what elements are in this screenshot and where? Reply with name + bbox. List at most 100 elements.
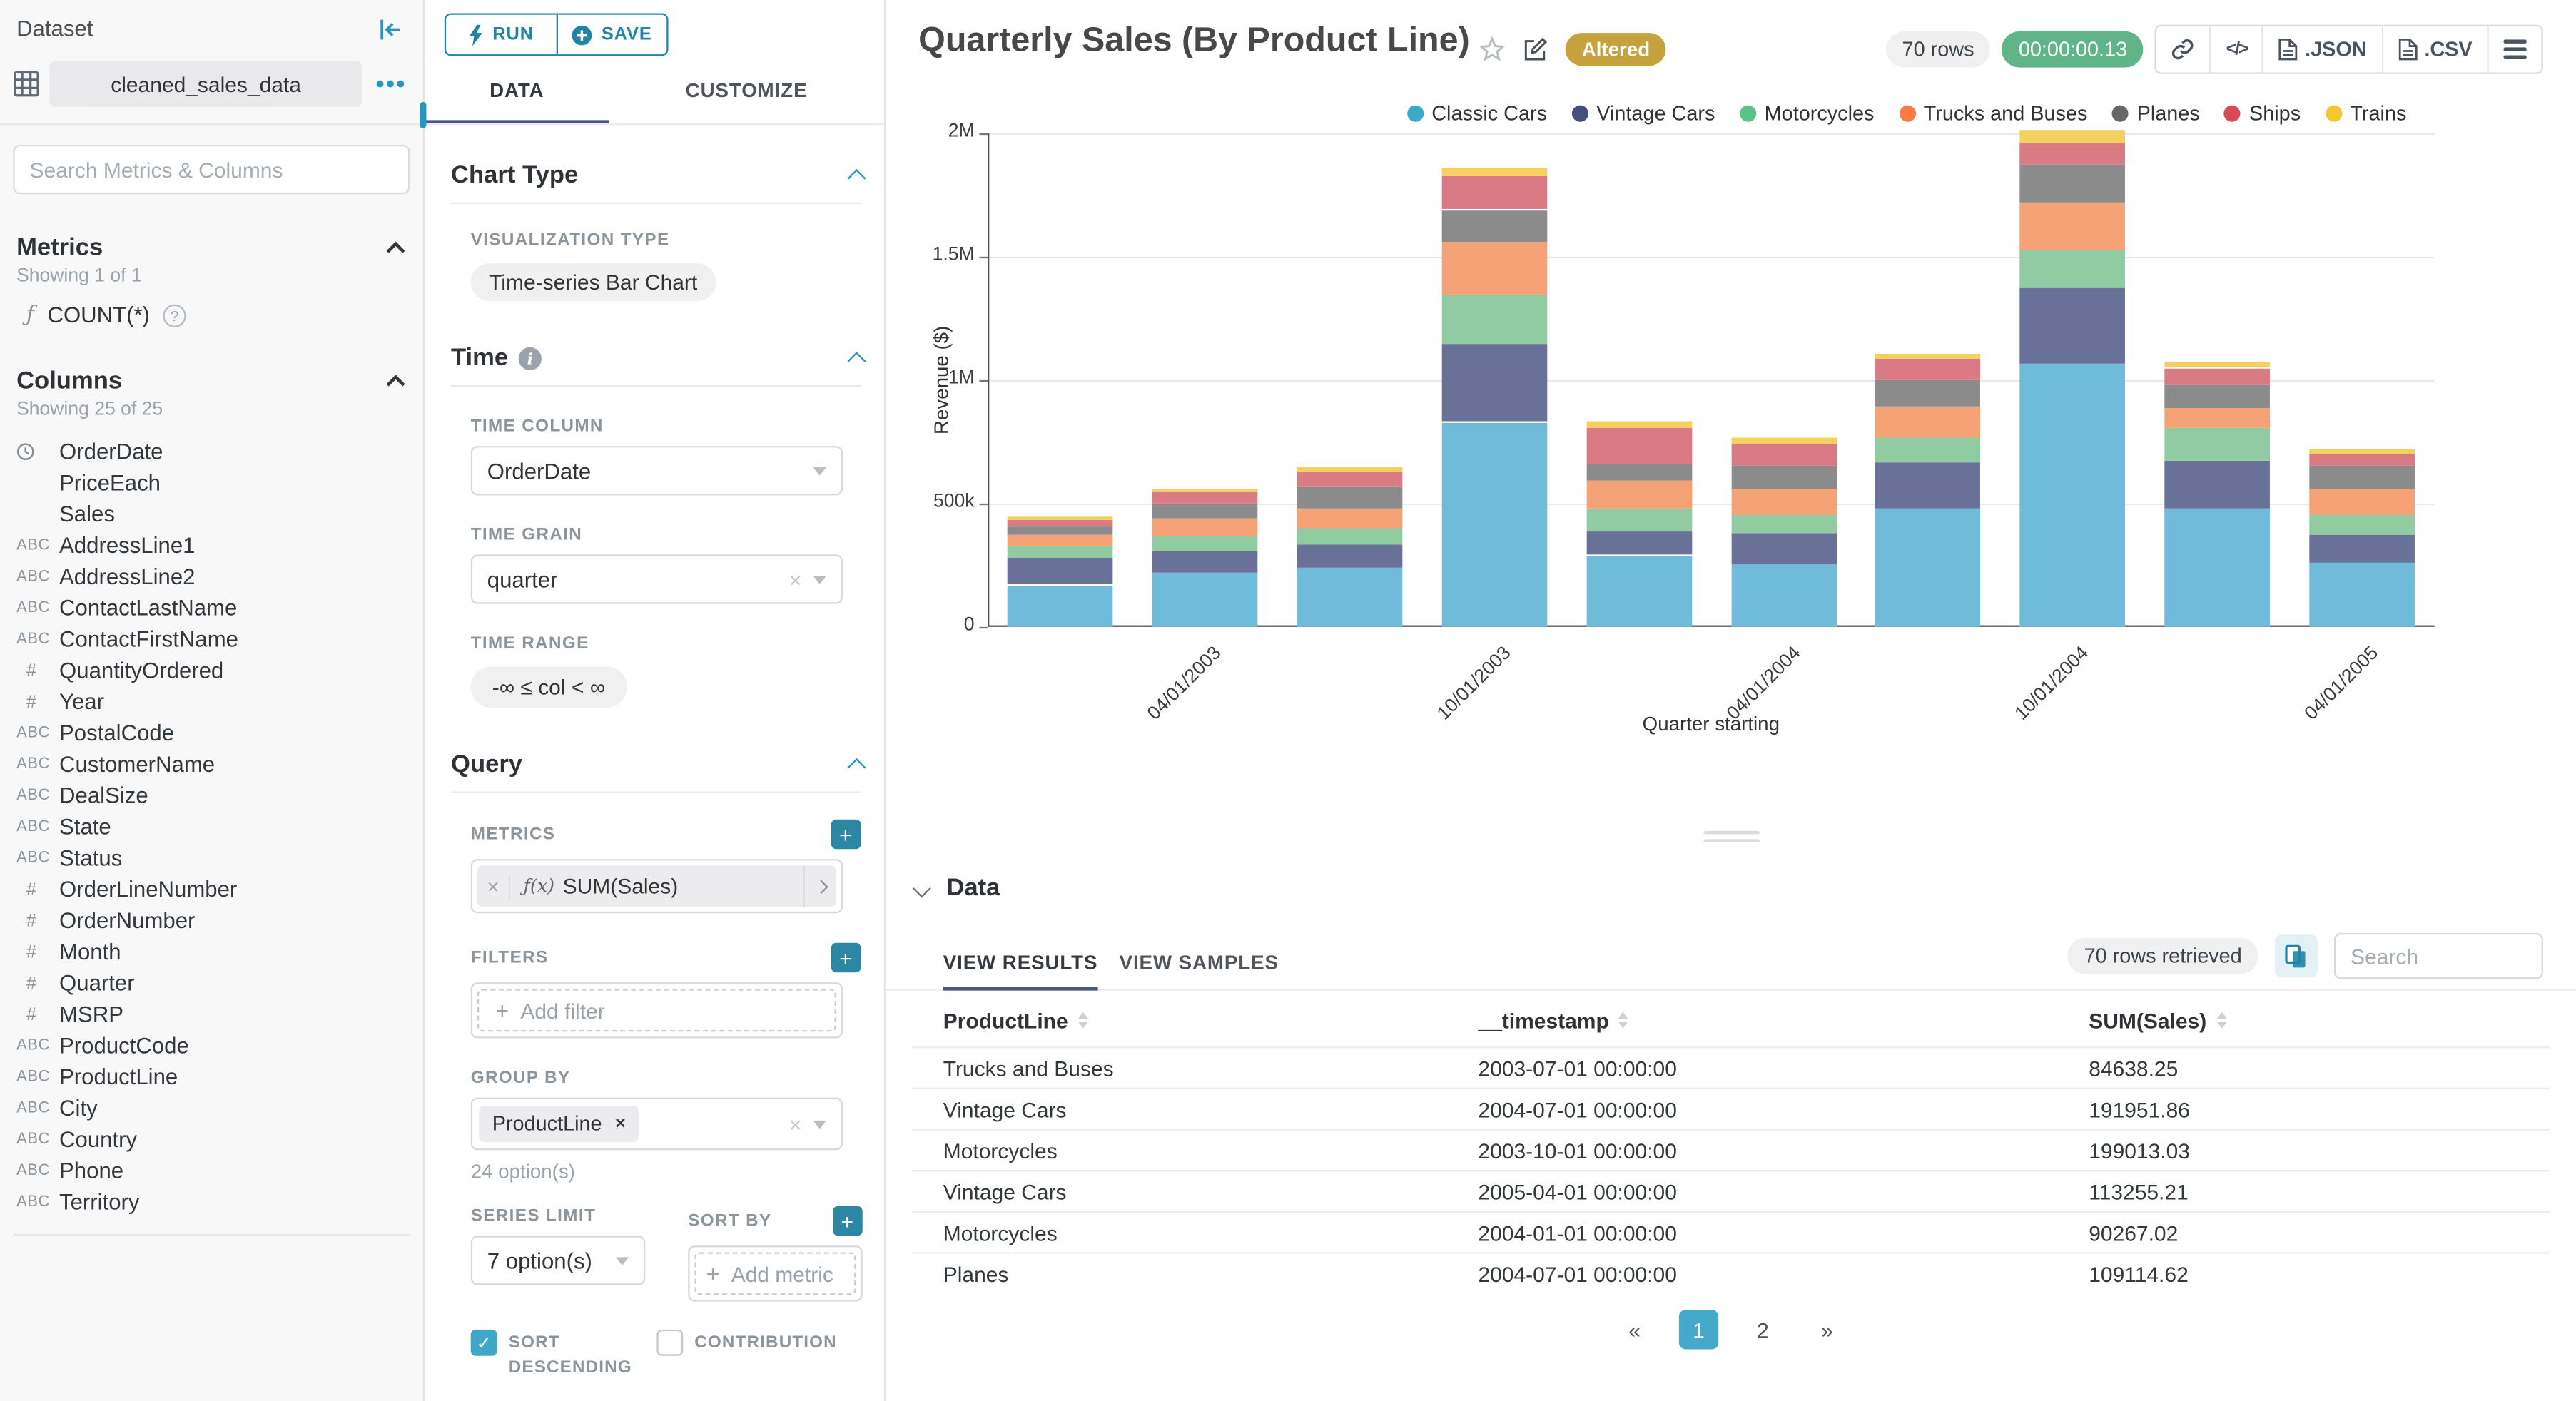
bar-segment[interactable] xyxy=(1297,567,1402,627)
column-header[interactable]: SUM(Sales) xyxy=(2089,1008,2550,1032)
bar-segment[interactable] xyxy=(1875,379,1981,407)
search-input[interactable] xyxy=(29,157,394,182)
bar-segment[interactable] xyxy=(2309,464,2415,489)
table-row[interactable]: Vintage Cars 2005-04-01 00:00:00 113255.21 xyxy=(911,1170,2550,1211)
bar-segment[interactable] xyxy=(1730,533,1837,565)
bar-segment[interactable] xyxy=(1730,564,1837,627)
bar-segment[interactable] xyxy=(2020,129,2126,143)
bar-segment[interactable] xyxy=(1586,464,1692,482)
tab-data[interactable]: DATA xyxy=(425,79,609,124)
bar-segment[interactable] xyxy=(2164,508,2271,627)
bar-segment[interactable] xyxy=(2020,287,2126,365)
bar-segment[interactable] xyxy=(1007,546,1113,558)
bar-segment[interactable] xyxy=(1152,488,1258,493)
column-item[interactable]: ABC ProductCode xyxy=(0,1030,423,1061)
bar-segment[interactable] xyxy=(1441,422,1547,627)
tab-customize[interactable]: CUSTOMIZE xyxy=(609,79,883,123)
bar-segment[interactable] xyxy=(1152,492,1258,504)
column-item[interactable]: # Quarter xyxy=(0,967,423,999)
bar-segment[interactable] xyxy=(1007,535,1113,547)
chevron-up-icon[interactable] xyxy=(386,374,405,393)
bar-segment[interactable] xyxy=(1730,514,1837,534)
bar-segment[interactable] xyxy=(2020,202,2126,250)
bar-segment[interactable] xyxy=(1875,353,1981,360)
bar-segment[interactable] xyxy=(1441,175,1547,210)
add-metric-icon[interactable]: + xyxy=(831,819,861,850)
bar-segment[interactable] xyxy=(1152,573,1258,627)
help-icon[interactable]: ? xyxy=(163,303,186,327)
copy-icon[interactable] xyxy=(2274,934,2318,978)
bar-segment[interactable] xyxy=(2164,460,2271,509)
bar-segment[interactable] xyxy=(2309,449,2415,454)
bar-segment[interactable] xyxy=(1152,504,1258,519)
bar-segment[interactable] xyxy=(2020,165,2126,203)
column-item[interactable]: OrderDate xyxy=(0,436,423,467)
column-item[interactable]: PriceEach xyxy=(0,467,423,499)
table-row[interactable]: Trucks and Buses 2003-07-01 00:00:00 84638… xyxy=(911,1046,2550,1088)
bar-segment[interactable] xyxy=(1441,343,1547,422)
table-row[interactable]: Motorcycles 2003-10-01 00:00:00 199013.03 xyxy=(911,1129,2550,1170)
column-item[interactable]: ABC Status xyxy=(0,842,423,874)
bar-segment[interactable] xyxy=(2309,515,2415,535)
column-item[interactable]: ABC PostalCode xyxy=(0,718,423,749)
tab-view-samples[interactable]: VIEW SAMPLES xyxy=(1120,951,1279,974)
column-item[interactable]: # MSRP xyxy=(0,999,423,1030)
sort-icon[interactable] xyxy=(1618,1012,1629,1029)
bar-segment[interactable] xyxy=(2164,428,2271,461)
page-button[interactable]: 1 xyxy=(1678,1310,1719,1350)
bar-segment[interactable] xyxy=(1441,243,1547,295)
save-button[interactable]: SAVE xyxy=(555,14,667,55)
bar-segment[interactable] xyxy=(1586,421,1692,429)
bar-segment[interactable] xyxy=(1586,531,1692,556)
column-item[interactable]: ABC AddressLine2 xyxy=(0,561,423,593)
bar-segment[interactable] xyxy=(1007,527,1113,536)
panel-resize-handle[interactable] xyxy=(1703,830,1759,847)
bar-segment[interactable] xyxy=(1152,551,1258,574)
bar-segment[interactable] xyxy=(1441,294,1547,344)
bar-segment[interactable] xyxy=(1730,444,1837,466)
bar-segment[interactable] xyxy=(1875,359,1981,380)
column-item[interactable]: Sales xyxy=(0,499,423,530)
column-item[interactable]: ABC Country xyxy=(0,1124,423,1155)
group-by-select[interactable]: ProductLine × × xyxy=(470,1097,843,1151)
bar-segment[interactable] xyxy=(1586,428,1692,465)
contribution-checkbox[interactable] xyxy=(656,1329,684,1356)
bar-segment[interactable] xyxy=(1875,407,1981,438)
bar-segment[interactable] xyxy=(1007,585,1113,627)
column-item[interactable]: ABC City xyxy=(0,1093,423,1124)
column-item[interactable]: ABC CustomerName xyxy=(0,749,423,780)
page-button[interactable]: 2 xyxy=(1743,1310,1783,1349)
bar-segment[interactable] xyxy=(1152,518,1258,537)
remove-tag-icon[interactable]: × xyxy=(615,1114,626,1134)
table-row[interactable]: Vintage Cars 2004-07-01 00:00:00 191951.86 xyxy=(911,1087,2550,1129)
table-row[interactable]: Planes 2004-07-01 00:00:00 109114.62 xyxy=(911,1252,2550,1293)
metric-pill[interactable]: × ƒ(x) SUM(Sales) xyxy=(477,865,836,907)
bar-segment[interactable] xyxy=(1297,507,1402,529)
page-nav-button[interactable]: » xyxy=(1807,1310,1847,1349)
bar-segment[interactable] xyxy=(1152,536,1258,551)
add-sort-metric-icon[interactable]: + xyxy=(833,1206,863,1236)
add-filter-button[interactable]: + Add filter xyxy=(477,989,836,1032)
collapse-sidebar-icon[interactable] xyxy=(379,17,404,40)
column-item[interactable]: ABC Phone xyxy=(0,1155,423,1186)
add-filter-icon[interactable]: + xyxy=(831,942,861,973)
bar-segment[interactable] xyxy=(1297,471,1402,488)
bar-segment[interactable] xyxy=(2164,408,2271,429)
bar-segment[interactable] xyxy=(1297,544,1402,568)
bar-segment[interactable] xyxy=(2164,384,2271,409)
bar-segment[interactable] xyxy=(2309,562,2415,627)
bar-segment[interactable] xyxy=(2309,534,2415,563)
dataset-name[interactable]: cleaned_sales_data xyxy=(49,61,363,107)
bar-segment[interactable] xyxy=(1586,555,1692,627)
column-item[interactable]: ABC ContactLastName xyxy=(0,592,423,623)
column-item[interactable]: ABC State xyxy=(0,811,423,842)
column-header[interactable]: ProductLine xyxy=(912,1008,1479,1032)
sort-descending-checkbox[interactable]: ✓ xyxy=(470,1329,497,1356)
bar-segment[interactable] xyxy=(1875,437,1981,462)
column-item[interactable]: # OrderLineNumber xyxy=(0,874,423,905)
bar-segment[interactable] xyxy=(2309,454,2415,465)
time-grain-select[interactable]: quarter × xyxy=(470,554,843,604)
column-item[interactable]: # QuantityOrdered xyxy=(0,655,423,686)
time-range-value[interactable]: -∞ ≤ col < ∞ xyxy=(470,666,627,708)
column-item[interactable]: ABC AddressLine1 xyxy=(0,530,423,561)
